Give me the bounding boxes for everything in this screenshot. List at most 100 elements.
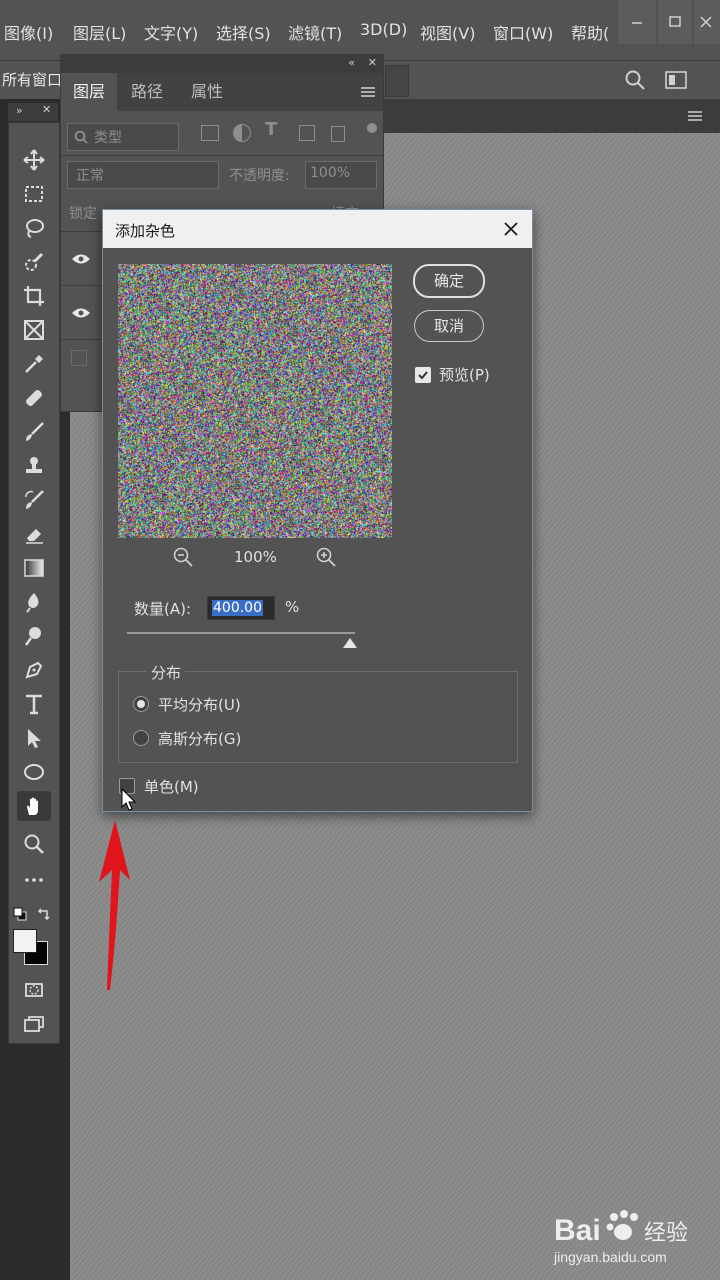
- dialog-titlebar: 添加杂色: [103, 210, 532, 248]
- eraser-icon[interactable]: [17, 519, 51, 549]
- amount-unit: %: [285, 598, 300, 616]
- quick-select-icon[interactable]: [17, 247, 51, 277]
- gradient-icon[interactable]: [17, 553, 51, 583]
- ok-button[interactable]: 确定: [413, 264, 485, 298]
- preview-checkbox[interactable]: [415, 367, 431, 383]
- panel-top-strip: « ✕: [61, 55, 383, 73]
- menu-view[interactable]: 视图(V): [420, 20, 475, 44]
- visibility-eye-icon[interactable]: [71, 253, 91, 265]
- brush-icon[interactable]: [17, 417, 51, 447]
- tab-layers[interactable]: 图层: [61, 73, 118, 111]
- amount-slider-handle[interactable]: [343, 638, 358, 648]
- marquee-icon[interactable]: [17, 179, 51, 209]
- crop-icon[interactable]: [17, 281, 51, 311]
- options-field[interactable]: [385, 65, 409, 97]
- foreground-color-swatch[interactable]: [13, 929, 37, 953]
- monochromatic-label[interactable]: 单色(M): [144, 776, 199, 797]
- toolbar-header: » ✕: [8, 103, 58, 121]
- collapse-toolbar-icon[interactable]: »: [16, 104, 23, 117]
- screen-mode-icon[interactable]: [17, 1009, 51, 1039]
- amount-slider-track[interactable]: [127, 632, 355, 634]
- blend-mode-select[interactable]: 正常: [67, 161, 219, 189]
- quick-mask-icon[interactable]: [17, 975, 51, 1005]
- close-window-button[interactable]: [694, 0, 720, 44]
- menu-image[interactable]: 图像(I): [4, 20, 53, 44]
- ellipse-icon[interactable]: [17, 757, 51, 787]
- tools-panel: [8, 122, 60, 1044]
- hand-icon[interactable]: [17, 791, 51, 821]
- path-select-icon[interactable]: [17, 723, 51, 753]
- lock-label: 锁定: [69, 206, 97, 222]
- amount-label: 数量(A):: [134, 600, 192, 618]
- filter-toggle[interactable]: [367, 123, 377, 133]
- smart-object-filter-icon[interactable]: [331, 126, 345, 142]
- menu-help[interactable]: 帮助(: [571, 20, 609, 44]
- move-icon[interactable]: [17, 145, 51, 175]
- menu-3d[interactable]: 3D(D): [360, 20, 407, 39]
- document-tab-strip: [380, 99, 720, 133]
- workspace-icon[interactable]: [664, 70, 688, 90]
- menu-filter[interactable]: 滤镜(T): [288, 20, 342, 44]
- swap-colors-icon[interactable]: [37, 907, 51, 921]
- add-noise-dialog: 添加杂色 确定 取消 预览(P) 100% 数量(A): 400.00 % 分布…: [102, 209, 533, 812]
- zoom-out-icon[interactable]: [173, 547, 193, 567]
- panel-menu-icon[interactable]: [361, 87, 375, 97]
- gaussian-label[interactable]: 高斯分布(G): [158, 728, 241, 749]
- baidu-watermark: Bai 经验 jingyan.baidu.com: [552, 1200, 692, 1270]
- baidu-logo: Bai 经验 jingyan.baidu.com: [553, 1210, 688, 1265]
- cancel-button[interactable]: 取消: [414, 310, 484, 342]
- tab-properties[interactable]: 属性: [179, 73, 235, 111]
- paw-icon: [606, 1210, 638, 1240]
- type-filter-icon[interactable]: T: [265, 119, 277, 140]
- distribution-group: [118, 671, 518, 763]
- gaussian-radio[interactable]: [133, 730, 149, 746]
- zoom-level: 100%: [234, 548, 277, 566]
- search-icon[interactable]: [624, 69, 646, 91]
- image-filter-icon[interactable]: [201, 125, 219, 141]
- uniform-label[interactable]: 平均分布(U): [158, 694, 241, 715]
- visibility-eye-icon[interactable]: [71, 307, 91, 319]
- minimize-button[interactable]: [618, 0, 656, 44]
- layer-filter-select[interactable]: 类型: [67, 123, 179, 151]
- layer-visibility-toggle[interactable]: [71, 350, 87, 366]
- menu-layer[interactable]: 图层(L): [73, 20, 126, 44]
- tab-paths[interactable]: 路径: [119, 73, 175, 111]
- restore-button[interactable]: [658, 0, 692, 44]
- panel-menu-icon[interactable]: [688, 111, 702, 121]
- noise-preview[interactable]: [118, 264, 392, 538]
- uniform-radio[interactable]: [133, 696, 149, 712]
- zoom-in-icon[interactable]: [316, 547, 336, 567]
- opacity-label: 不透明度:: [229, 168, 290, 184]
- preview-label: 预览(P): [439, 366, 490, 384]
- close-toolbar-icon[interactable]: ✕: [42, 103, 51, 116]
- dialog-title: 添加杂色: [115, 222, 176, 240]
- amount-input[interactable]: 400.00: [207, 596, 275, 620]
- lasso-icon[interactable]: [17, 213, 51, 243]
- watermark-brand: Bai: [554, 1214, 601, 1247]
- eyedropper-icon[interactable]: [17, 349, 51, 379]
- default-colors-icon[interactable]: [13, 907, 27, 921]
- menu-select[interactable]: 选择(S): [216, 20, 271, 44]
- dodge-icon[interactable]: [17, 621, 51, 651]
- shape-filter-icon[interactable]: [299, 125, 315, 141]
- filter-type-label: 类型: [94, 130, 122, 146]
- menu-window[interactable]: 窗口(W): [493, 20, 553, 44]
- all-windows-option[interactable]: 所有窗口: [2, 69, 62, 90]
- checkmark-icon: [418, 371, 428, 380]
- opacity-input[interactable]: 100%: [305, 161, 377, 189]
- blur-icon[interactable]: [17, 587, 51, 617]
- more-icon[interactable]: [17, 865, 51, 895]
- type-icon[interactable]: [17, 689, 51, 719]
- close-icon[interactable]: [498, 216, 524, 242]
- annotation-arrow-icon: [99, 820, 130, 990]
- collapse-panel-icon[interactable]: «: [348, 56, 355, 69]
- close-panel-icon[interactable]: ✕: [368, 56, 377, 69]
- adjustment-filter-icon[interactable]: [233, 124, 251, 142]
- stamp-icon[interactable]: [17, 451, 51, 481]
- history-brush-icon[interactable]: [17, 485, 51, 515]
- pen-icon[interactable]: [17, 655, 51, 685]
- zoom-icon[interactable]: [17, 829, 51, 859]
- frame-icon[interactable]: [17, 315, 51, 345]
- menu-type[interactable]: 文字(Y): [144, 20, 198, 44]
- healing-icon[interactable]: [17, 383, 51, 413]
